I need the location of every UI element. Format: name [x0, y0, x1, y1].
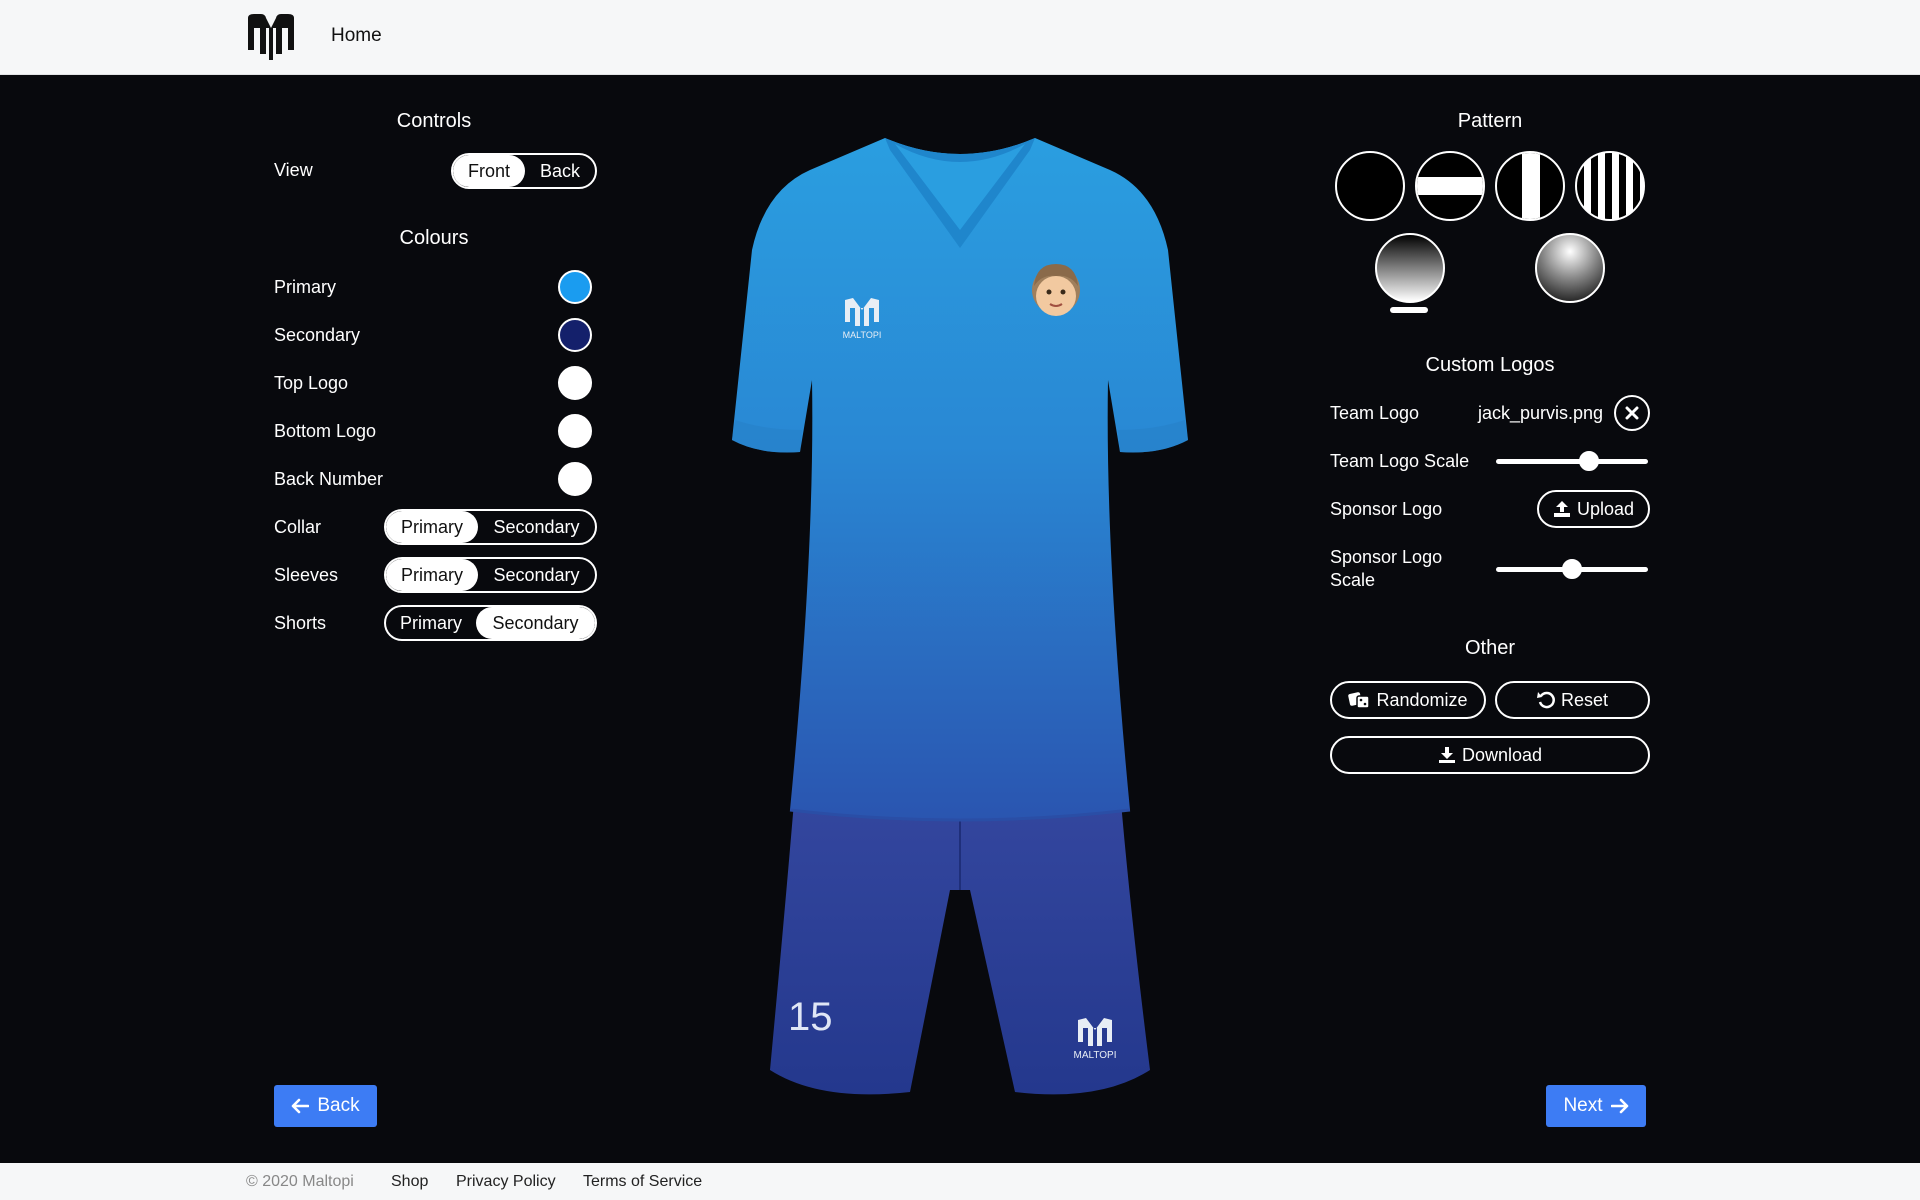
controls-title: Controls — [396, 110, 472, 132]
dice-icon — [1348, 692, 1371, 709]
team-logo-scale-label: Team Logo Scale — [1330, 451, 1470, 471]
download-icon — [1438, 747, 1455, 763]
randomize-button[interactable]: Randomize — [1330, 681, 1486, 719]
pattern-gradient-vertical[interactable] — [1375, 233, 1445, 303]
sponsor-logo-scale-slider[interactable] — [1496, 559, 1648, 579]
primary-colour-swatch[interactable] — [558, 270, 592, 304]
upload-button[interactable]: Upload — [1537, 490, 1650, 528]
copyright-text: © 2020 Maltopi — [246, 1173, 354, 1190]
arrow-left-icon — [292, 1098, 310, 1114]
home-link[interactable]: Home — [331, 25, 382, 47]
pattern-horizontal-band[interactable] — [1415, 151, 1485, 221]
remove-team-logo-button[interactable] — [1614, 395, 1650, 431]
team-logo-label: Team Logo — [1330, 403, 1420, 423]
sleeves-secondary-option[interactable]: Secondary — [478, 559, 595, 591]
sponsor-logo-label: Sponsor Logo — [1330, 499, 1443, 519]
footer-privacy-policy-link[interactable]: Privacy Policy — [456, 1173, 556, 1191]
bottom-logo-colour-swatch[interactable] — [558, 414, 592, 448]
next-button[interactable]: Next — [1546, 1085, 1646, 1127]
view-back-option[interactable]: Back — [525, 155, 595, 187]
arrow-right-icon — [1610, 1098, 1628, 1114]
pattern-plain[interactable] — [1335, 151, 1405, 221]
shorts-label: Shorts — [274, 613, 327, 633]
pattern-pinstripes[interactable] — [1575, 151, 1645, 221]
team-logo-scale-slider[interactable] — [1496, 451, 1648, 471]
shorts-primary-option[interactable]: Primary — [386, 607, 476, 639]
pattern-title: Pattern — [1457, 110, 1523, 132]
custom-logos-title: Custom Logos — [1425, 354, 1555, 376]
footer: © 2020 Maltopi Shop Privacy Policy Terms… — [0, 1163, 1920, 1200]
sponsor-logo-scale-label: Sponsor Logo Scale — [1330, 547, 1443, 590]
bottom-logo-colour-label: Bottom Logo — [274, 421, 377, 441]
close-icon — [1625, 406, 1639, 420]
top-navbar: Home — [0, 0, 1920, 75]
collar-primary-option[interactable]: Primary — [386, 511, 478, 543]
view-label: View — [274, 160, 313, 180]
pattern-selected-indicator — [1390, 307, 1428, 313]
shorts-number: 15 — [788, 995, 833, 1039]
download-button[interactable]: Download — [1330, 736, 1650, 774]
back-number-colour-swatch[interactable] — [558, 462, 592, 496]
footer-terms-of-service-link[interactable]: Terms of Service — [583, 1173, 702, 1191]
sleeves-primary-option[interactable]: Primary — [386, 559, 478, 591]
primary-colour-label: Primary — [274, 277, 336, 297]
sleeves-toggle: Primary Secondary — [384, 557, 597, 593]
back-number-colour-label: Back Number — [274, 469, 384, 489]
upload-icon — [1553, 501, 1570, 517]
shorts-secondary-option[interactable]: Secondary — [476, 607, 595, 639]
reset-button[interactable]: Reset — [1495, 681, 1650, 719]
collar-secondary-option[interactable]: Secondary — [478, 511, 595, 543]
svg-text:MALTOPI: MALTOPI — [843, 330, 882, 340]
pattern-gradient-radial[interactable] — [1535, 233, 1605, 303]
shorts-toggle: Primary Secondary — [384, 605, 597, 641]
top-logo-colour-label: Top Logo — [274, 373, 349, 393]
sleeves-label: Sleeves — [274, 565, 339, 585]
top-logo-colour-swatch[interactable] — [558, 366, 592, 400]
footer-shop-link[interactable]: Shop — [391, 1173, 428, 1191]
collar-toggle: Primary Secondary — [384, 509, 597, 545]
maltopi-logo-icon[interactable] — [246, 14, 296, 60]
back-button[interactable]: Back — [274, 1085, 377, 1127]
svg-text:MALTOPI: MALTOPI — [1074, 1050, 1117, 1061]
reset-icon — [1536, 691, 1555, 709]
secondary-colour-label: Secondary — [274, 325, 361, 345]
kit-preview: MALTOPI 15 MALTOPI — [732, 138, 1188, 1095]
view-toggle: Front Back — [451, 153, 597, 189]
other-title: Other — [1464, 637, 1516, 659]
team-logo-filename: jack_purvis.png — [1478, 403, 1604, 423]
view-front-option[interactable]: Front — [453, 155, 525, 187]
colours-title: Colours — [399, 227, 469, 249]
collar-label: Collar — [274, 517, 322, 537]
secondary-colour-swatch[interactable] — [558, 318, 592, 352]
sponsor-logo-scale-thumb[interactable] — [1562, 559, 1582, 579]
team-logo-scale-thumb[interactable] — [1579, 451, 1600, 471]
pattern-center-stripe[interactable] — [1495, 151, 1565, 221]
